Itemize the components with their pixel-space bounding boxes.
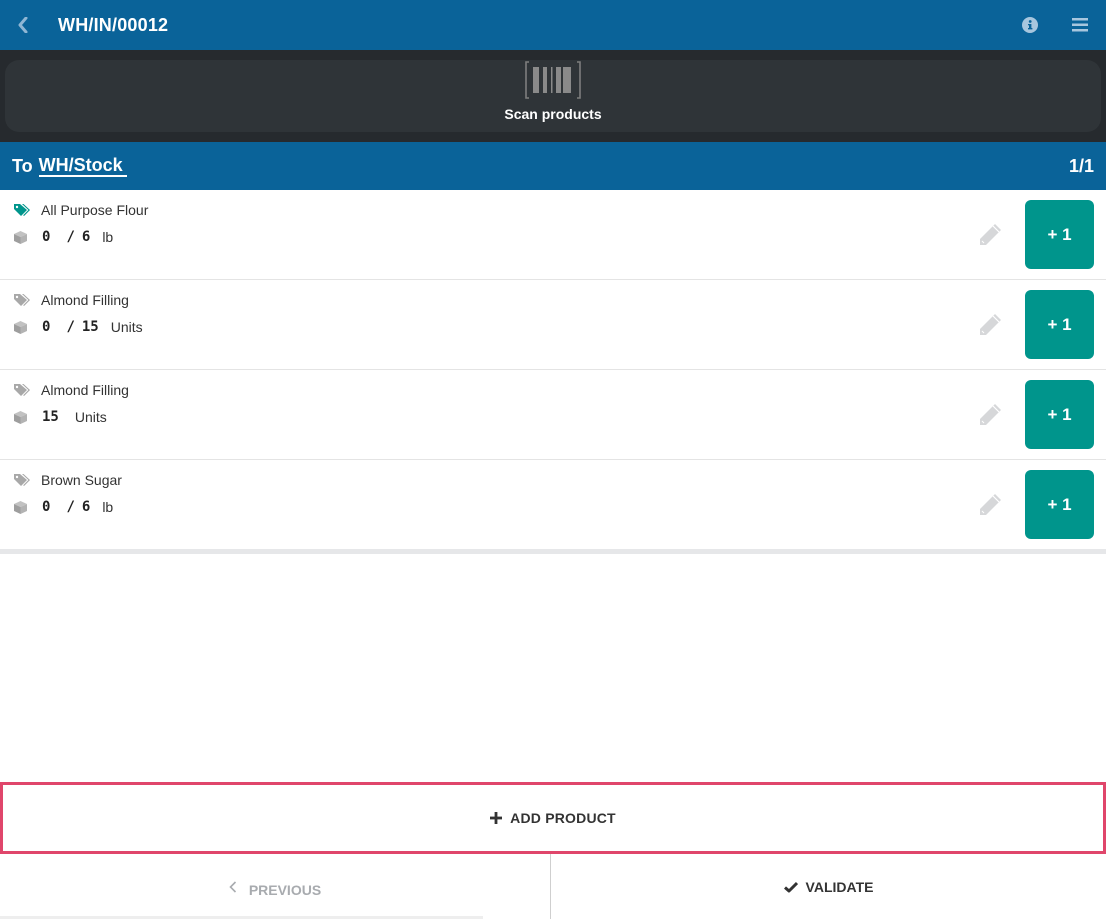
quantity-separator: / xyxy=(66,229,75,245)
move-line[interactable]: All Purpose Flour 0 / 6 lb + 1 xyxy=(0,190,1106,280)
tags-icon xyxy=(14,204,30,216)
chevron-left-icon xyxy=(229,880,236,893)
quantity-demand: 6 xyxy=(81,229,91,245)
info-button[interactable] xyxy=(1005,0,1055,50)
add-product-button[interactable]: ADD PRODUCT xyxy=(0,782,1106,854)
scanner-area: Scan products xyxy=(0,50,1106,142)
barcode-icon xyxy=(525,61,581,99)
quantity-done: 0 xyxy=(42,319,51,335)
increment-quantity-button[interactable]: + 1 xyxy=(1025,290,1094,359)
menu-button[interactable] xyxy=(1055,0,1105,50)
move-line[interactable]: Brown Sugar 0 / 6 lb + 1 xyxy=(0,460,1106,554)
increment-quantity-button[interactable]: + 1 xyxy=(1025,200,1094,269)
location-prefix: To xyxy=(12,155,33,176)
page-counter: 1/1 xyxy=(1068,155,1094,176)
scan-products-panel[interactable]: Scan products xyxy=(5,60,1101,132)
edit-line-button[interactable] xyxy=(976,401,1004,429)
quantity-demand: 15 xyxy=(81,319,99,335)
chevron-left-icon xyxy=(18,17,28,33)
product-name: All Purpose Flour xyxy=(41,202,149,218)
tags-icon xyxy=(14,294,30,306)
quantity-separator: / xyxy=(66,499,75,515)
edit-line-button[interactable] xyxy=(976,311,1004,339)
edit-line-button[interactable] xyxy=(976,221,1004,249)
top-bar: WH/IN/00012 xyxy=(0,0,1106,50)
page-title: WH/IN/00012 xyxy=(58,14,169,35)
pencil-icon xyxy=(980,224,1001,245)
move-lines-list: All Purpose Flour 0 / 6 lb + 1 Almond Fi… xyxy=(0,190,1106,554)
destination-location-link[interactable]: WH/Stock xyxy=(38,155,127,177)
cube-icon xyxy=(14,320,27,334)
unit-of-measure: Units xyxy=(74,409,107,425)
pencil-icon xyxy=(980,314,1001,335)
quantity-done: 0 xyxy=(42,499,51,515)
plus-icon xyxy=(490,812,503,824)
scan-products-label: Scan products xyxy=(504,106,602,122)
tags-icon xyxy=(14,474,30,486)
back-button[interactable] xyxy=(0,0,46,50)
location-header: To WH/Stock 1/1 xyxy=(0,142,1106,190)
validate-button[interactable]: VALIDATE xyxy=(551,854,1106,919)
cube-icon xyxy=(14,410,27,424)
bottom-action-bar: PREVIOUS VALIDATE xyxy=(0,854,1106,919)
previous-label: PREVIOUS xyxy=(248,881,322,898)
quantity-demand: 6 xyxy=(81,499,91,515)
product-name: Almond Filling xyxy=(41,292,129,308)
pencil-icon xyxy=(980,404,1001,425)
cube-icon xyxy=(14,230,27,244)
quantity-separator: / xyxy=(66,319,75,335)
pencil-icon xyxy=(980,494,1001,515)
validate-label: VALIDATE xyxy=(805,878,874,895)
tags-icon xyxy=(14,384,30,396)
product-name: Almond Filling xyxy=(41,382,129,398)
move-line[interactable]: Almond Filling 15 Units + 1 xyxy=(0,370,1106,460)
edit-line-button[interactable] xyxy=(976,491,1004,519)
check-icon xyxy=(783,881,798,892)
increment-quantity-button[interactable]: + 1 xyxy=(1025,470,1094,539)
product-name: Brown Sugar xyxy=(41,472,122,488)
unit-of-measure: lb xyxy=(102,229,114,245)
previous-button[interactable]: PREVIOUS xyxy=(0,854,551,919)
unit-of-measure: lb xyxy=(102,499,114,515)
quantity-done: 0 xyxy=(42,229,51,245)
cube-icon xyxy=(14,500,27,514)
info-icon xyxy=(1022,17,1038,33)
unit-of-measure: Units xyxy=(110,319,143,335)
move-line[interactable]: Almond Filling 0 / 15 Units + 1 xyxy=(0,280,1106,370)
quantity-done: 15 xyxy=(42,409,59,425)
hamburger-menu-icon xyxy=(1072,18,1088,32)
add-product-label: ADD PRODUCT xyxy=(510,810,616,826)
increment-quantity-button[interactable]: + 1 xyxy=(1025,380,1094,449)
